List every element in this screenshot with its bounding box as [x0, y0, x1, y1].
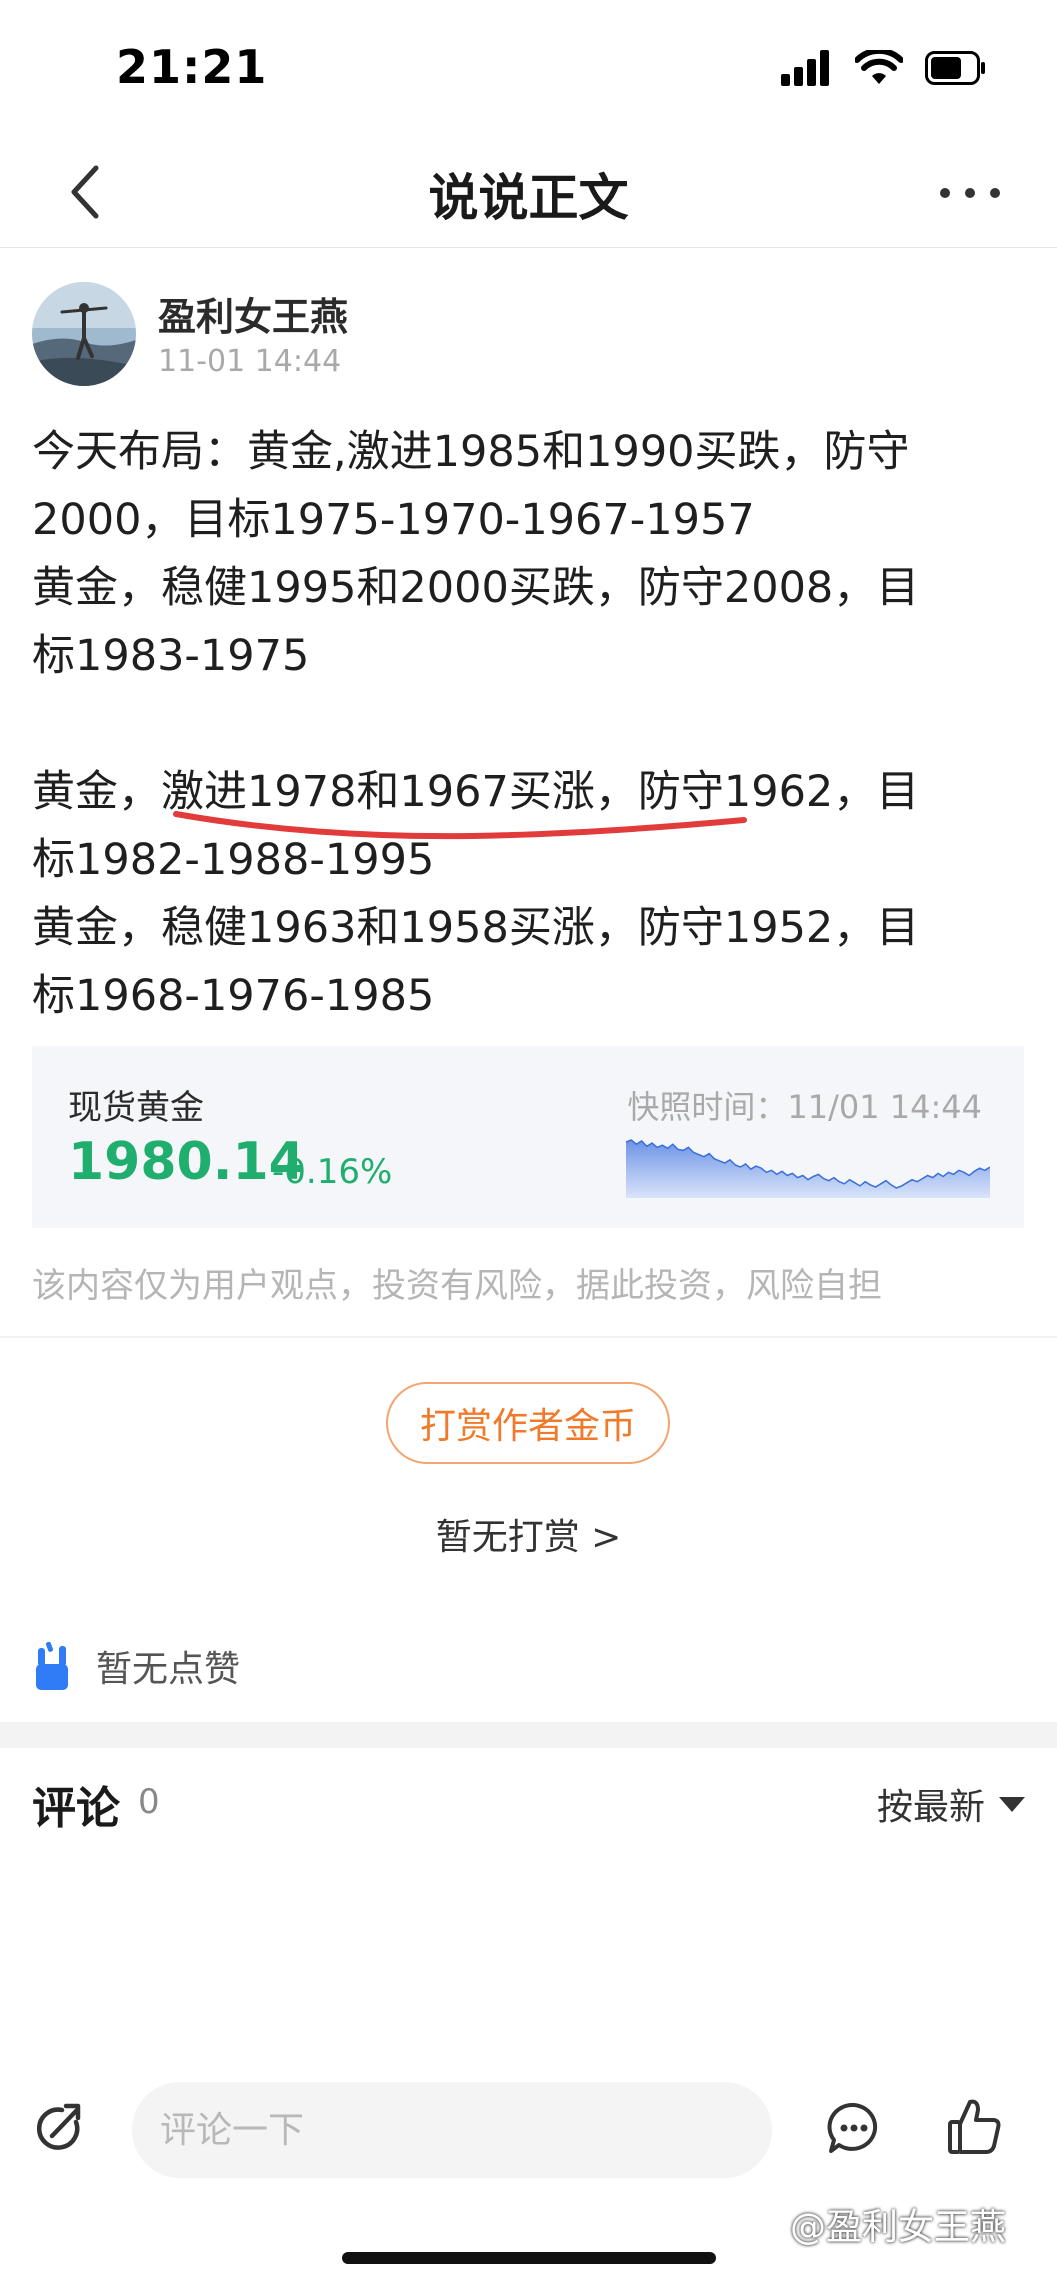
price-sparkline — [626, 1139, 990, 1198]
status-time: 21:21 — [116, 40, 268, 94]
comments-header: 评论 0 按最新 — [32, 1772, 1025, 1834]
quote-snapshot-time: 快照时间：11/01 14:44 — [627, 1088, 982, 1126]
battery-icon — [925, 51, 985, 85]
reward-author-button[interactable]: 打赏作者金币 — [386, 1382, 670, 1464]
post-line: 标1968-1976-1985 — [32, 971, 435, 1021]
page-title: 说说正文 — [428, 169, 629, 227]
thumbs-up-icon[interactable] — [946, 2096, 1002, 2156]
comments-count: 0 — [138, 1782, 160, 1822]
status-icons — [781, 50, 987, 86]
caret-down-icon — [999, 1796, 1025, 1812]
post-line: 标1983-1975 — [32, 631, 310, 681]
home-indicator — [342, 2252, 716, 2264]
section-divider — [0, 1722, 1057, 1748]
author-name[interactable]: 盈利女王燕 — [158, 286, 348, 341]
sparkline-area — [626, 1140, 990, 1198]
post-line: 2000，目标1975-1970-1967-1957 — [32, 495, 755, 545]
sort-label: 按最新 — [876, 1787, 985, 1828]
comments-title: 评论 — [32, 1783, 120, 1834]
more-options-icon[interactable] — [935, 168, 1005, 218]
quote-price: 1980.14 — [68, 1132, 305, 1192]
post-blank-line — [32, 690, 1032, 758]
post-line: 今天布局：黄金,激进1985和1990买跌，防守 — [32, 427, 910, 477]
comment-input[interactable] — [132, 2082, 772, 2178]
quote-change: -0.16% — [272, 1152, 393, 1192]
like-hand-icon — [36, 1641, 68, 1690]
post-line: 黄金，稳健1963和1958买涨，防守1952，目 — [32, 903, 920, 953]
bottom-bar — [0, 2078, 1057, 2178]
comment-bubble-icon[interactable] — [826, 2100, 882, 2156]
likes-status: 暂无点赞 — [96, 1649, 241, 1690]
avatar[interactable] — [32, 282, 136, 386]
reward-status-link[interactable]: 暂无打赏 > — [0, 1508, 1057, 1560]
post-body: 今天布局：黄金,激进1985和1990买跌，防守 2000，目标1975-197… — [32, 418, 1032, 1030]
sort-dropdown[interactable]: 按最新 — [877, 1778, 1025, 1830]
divider — [0, 1336, 1057, 1338]
watermark: @盈利女王燕 — [790, 2207, 1007, 2248]
red-underline-annotation — [173, 811, 747, 840]
gold-quote-card[interactable]: 现货黄金 1980.14 -0.16% 快照时间：11/01 14:44 — [32, 1046, 1024, 1228]
likes-row: 暂无点赞 — [32, 1636, 240, 1696]
wifi-icon — [855, 50, 903, 84]
risk-disclaimer: 该内容仅为用户观点，投资有风险，据此投资，风险自担 — [32, 1266, 882, 1306]
author-header: 盈利女王燕 11-01 14:44 — [32, 282, 1032, 392]
quote-name: 现货黄金 — [68, 1088, 204, 1128]
post-line: 黄金，稳健1995和2000买跌，防守2008，目 — [32, 563, 920, 613]
post-timestamp: 11-01 14:44 — [158, 344, 342, 379]
status-bar: 21:21 — [0, 0, 1057, 140]
nav-bar: 说说正文 — [0, 140, 1057, 248]
cellular-signal-icon — [781, 50, 829, 86]
share-icon[interactable] — [32, 2102, 86, 2156]
